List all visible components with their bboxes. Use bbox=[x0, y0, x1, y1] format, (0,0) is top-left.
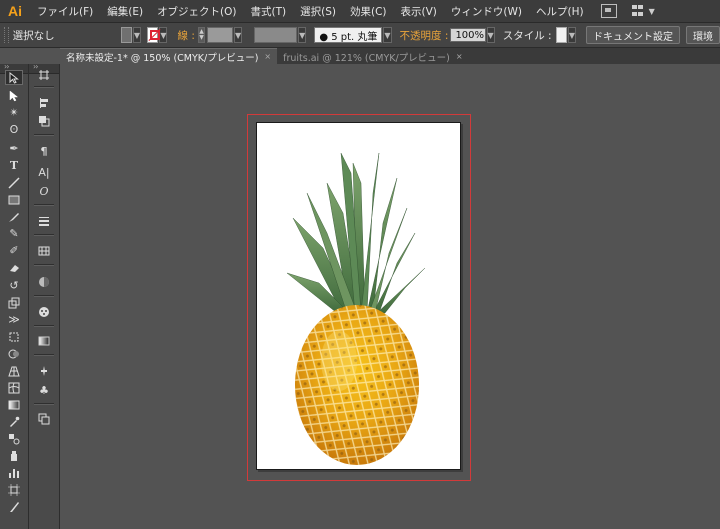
perspective-grid-tool-icon[interactable] bbox=[5, 363, 23, 378]
stroke-panel-icon[interactable] bbox=[36, 214, 52, 228]
fill-dropdown[interactable]: ▼ bbox=[132, 27, 142, 43]
close-icon[interactable]: × bbox=[264, 52, 271, 61]
app-logo: Ai bbox=[8, 3, 22, 19]
opacity-dropdown[interactable]: ▼ bbox=[486, 27, 495, 43]
symbol-sprayer-tool-icon[interactable] bbox=[5, 448, 23, 463]
brushes-panel-icon[interactable] bbox=[36, 364, 52, 378]
column-graph-tool-icon[interactable] bbox=[5, 465, 23, 480]
style-dropdown[interactable]: ▼ bbox=[567, 27, 577, 43]
symbols-panel-icon[interactable]: ♣ bbox=[36, 383, 52, 397]
blob-brush-tool-icon[interactable]: ✐ bbox=[5, 243, 23, 258]
gradient-tool-icon[interactable] bbox=[5, 397, 23, 412]
menu-object[interactable]: オブジェクト(O) bbox=[150, 4, 243, 19]
menu-file[interactable]: ファイル(F) bbox=[30, 4, 100, 19]
tab-untitled-1[interactable]: 名称未設定-1* @ 150% (CMYK/プレビュー) × bbox=[60, 48, 278, 64]
mesh-tool-icon[interactable] bbox=[5, 380, 23, 395]
opacity-label[interactable]: 不透明度 : bbox=[400, 28, 449, 43]
panel-divider bbox=[34, 354, 54, 356]
style-label: スタイル : bbox=[502, 29, 552, 42]
lasso-tool-icon[interactable]: ʘ bbox=[5, 122, 23, 137]
panel-divider bbox=[34, 325, 54, 327]
tab-label: fruits.ai @ 121% (CMYK/プレビュー) bbox=[283, 52, 450, 64]
free-transform-tool-icon[interactable] bbox=[5, 329, 23, 344]
menu-effect[interactable]: 効果(C) bbox=[343, 4, 394, 19]
rotate-tool-icon[interactable]: ↺ bbox=[5, 278, 23, 293]
stroke-weight-stepper[interactable]: ▲ ▼ bbox=[197, 27, 206, 43]
line-tool-icon[interactable] bbox=[5, 175, 23, 190]
menu-edit[interactable]: 編集(E) bbox=[100, 4, 150, 19]
tab-label: 名称未設定-1* @ 150% (CMYK/プレビュー) bbox=[66, 52, 259, 64]
pathfinder-panel-icon[interactable] bbox=[36, 114, 52, 128]
width-tool-icon[interactable]: ≫ bbox=[5, 312, 23, 327]
arrange-documents-icon[interactable] bbox=[631, 4, 647, 18]
pineapple-image[interactable] bbox=[257, 123, 460, 469]
stroke-weight-dropdown[interactable]: ▼ bbox=[233, 27, 243, 43]
scale-tool-icon[interactable] bbox=[5, 295, 23, 310]
artboard-tool-icon[interactable] bbox=[5, 482, 23, 497]
magic-wand-tool-icon[interactable]: ✴ bbox=[5, 105, 23, 120]
character-panel-icon[interactable]: A| bbox=[36, 165, 52, 179]
variable-width-profile[interactable] bbox=[254, 27, 298, 43]
brush-definition[interactable]: ● 5 pt. 丸筆 bbox=[314, 27, 383, 43]
shape-builder-tool-icon[interactable] bbox=[5, 346, 23, 361]
tab-fruits[interactable]: fruits.ai @ 121% (CMYK/プレビュー) × bbox=[277, 49, 468, 64]
opentype-panel-icon[interactable]: O bbox=[36, 184, 52, 198]
preferences-button[interactable]: 環境 bbox=[686, 26, 720, 44]
pen-tool-icon[interactable]: ✒ bbox=[5, 141, 23, 156]
direct-selection-tool-icon[interactable] bbox=[5, 88, 23, 103]
panel-divider bbox=[34, 295, 54, 297]
selection-tool-icon[interactable] bbox=[5, 70, 23, 85]
panel-divider bbox=[34, 264, 54, 266]
pencil-tool-icon[interactable]: ✎ bbox=[5, 226, 23, 241]
panel-divider bbox=[34, 86, 54, 88]
gradient-panel-icon[interactable] bbox=[36, 334, 52, 348]
document-setup-button[interactable]: ドキュメント設定 bbox=[586, 26, 681, 44]
paintbrush-tool-icon[interactable] bbox=[5, 209, 23, 224]
document-tab-bar: 名称未設定-1* @ 150% (CMYK/プレビュー) × fruits.ai… bbox=[60, 48, 720, 64]
type-tool-icon[interactable]: T bbox=[5, 158, 23, 173]
paragraph-panel-icon[interactable]: ¶ bbox=[36, 144, 52, 158]
blend-tool-icon[interactable] bbox=[5, 431, 23, 446]
menu-type[interactable]: 書式(T) bbox=[244, 4, 294, 19]
menu-help[interactable]: ヘルプ(H) bbox=[529, 4, 591, 19]
selection-status: 選択なし bbox=[12, 29, 55, 42]
artboard[interactable] bbox=[256, 122, 461, 470]
opacity-field[interactable]: 100% bbox=[450, 28, 486, 42]
eyedropper-tool-icon[interactable] bbox=[5, 414, 23, 429]
artboards-panel-icon[interactable] bbox=[36, 68, 52, 82]
graphic-style-swatch[interactable] bbox=[555, 27, 567, 43]
menu-bar: Ai ファイル(F) 編集(E) オブジェクト(O) 書式(T) 選択(S) 効… bbox=[0, 0, 720, 23]
menu-view[interactable]: 表示(V) bbox=[394, 4, 444, 19]
align-panel-icon[interactable] bbox=[36, 96, 52, 110]
panel-divider bbox=[34, 204, 54, 206]
close-icon[interactable]: × bbox=[456, 52, 463, 61]
layers-panel-icon[interactable] bbox=[36, 412, 52, 426]
slice-tool-icon[interactable] bbox=[5, 499, 23, 514]
stroke-weight-field[interactable] bbox=[207, 27, 233, 43]
tools-panel: ›› ✴ ʘ ✒ T ✎ ✐ ↺ ≫ bbox=[0, 62, 29, 529]
panel-grip[interactable] bbox=[4, 27, 9, 43]
menu-select[interactable]: 選択(S) bbox=[293, 4, 343, 19]
eraser-tool-icon[interactable] bbox=[5, 260, 23, 275]
chevron-down-icon[interactable]: ▼ bbox=[649, 7, 655, 16]
collapsed-panels-strip: ›› ¶ A| O ♣ bbox=[29, 62, 60, 529]
panel-divider bbox=[34, 234, 54, 236]
menu-window[interactable]: ウィンドウ(W) bbox=[444, 4, 529, 19]
fill-swatch[interactable] bbox=[120, 27, 132, 43]
panel-divider bbox=[34, 134, 54, 136]
appearance-panel-icon[interactable] bbox=[36, 305, 52, 319]
rectangle-tool-icon[interactable] bbox=[5, 192, 23, 207]
swatches-panel-icon[interactable] bbox=[36, 244, 52, 258]
control-bar: 選択なし ▼ ▼ 線 : ▲ ▼ ▼ ▼ ● 5 pt. 丸筆 ▼ 不透明度 : … bbox=[0, 23, 720, 48]
panel-divider bbox=[34, 403, 54, 405]
color-panel-icon[interactable] bbox=[36, 275, 52, 289]
stroke-weight-label[interactable]: 線 : bbox=[177, 28, 194, 43]
profile-dropdown[interactable]: ▼ bbox=[298, 27, 307, 43]
stroke-swatch[interactable] bbox=[147, 27, 161, 43]
brush-dropdown[interactable]: ▼ bbox=[383, 27, 392, 43]
bridge-icon[interactable] bbox=[600, 4, 617, 18]
